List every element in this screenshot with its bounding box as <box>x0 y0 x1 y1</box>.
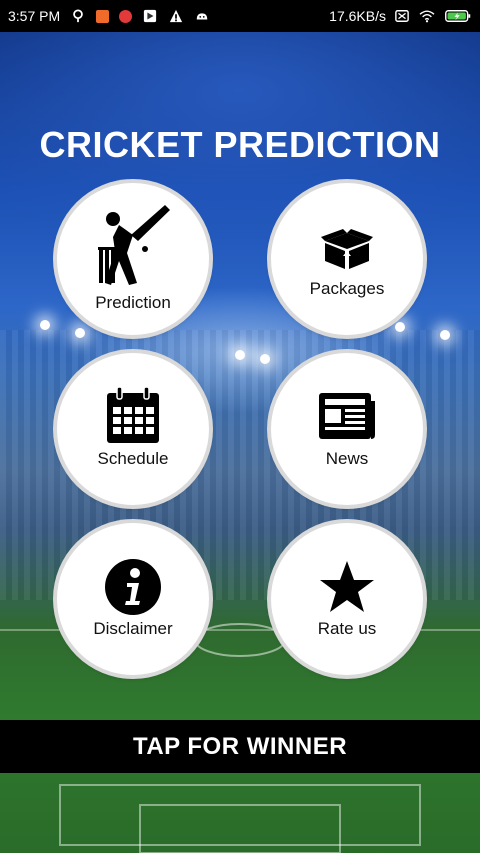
schedule-button[interactable]: Schedule <box>57 353 209 505</box>
stadium-lights <box>0 310 480 364</box>
tap-for-winner-button[interactable]: TAP FOR WINNER <box>0 720 480 773</box>
newspaper-icon <box>271 391 423 441</box>
info-icon <box>57 559 209 615</box>
location-pin-icon <box>73 9 83 23</box>
calendar-icon <box>57 387 209 445</box>
rate-us-label: Rate us <box>317 619 377 638</box>
star-icon <box>271 559 423 615</box>
prediction-label: Prediction <box>95 293 171 312</box>
status-bar: 3:57 PM 17.6KB/s <box>0 0 480 32</box>
warning-icon <box>170 9 183 23</box>
packages-label: Packages <box>309 279 385 298</box>
rate-us-button[interactable]: Rate us <box>271 523 423 675</box>
app-title: CRICKET PREDICTION <box>39 124 441 165</box>
red-circle-app-icon <box>119 9 133 23</box>
disclaimer-label: Disclaimer <box>93 619 173 638</box>
package-box-icon <box>271 227 423 269</box>
news-label: News <box>325 449 369 468</box>
wifi-icon <box>419 10 435 23</box>
no-sim-icon <box>395 10 409 22</box>
schedule-label: Schedule <box>97 449 169 468</box>
time-text: 3:57 PM <box>8 8 61 24</box>
play-store-icon <box>144 9 157 23</box>
prediction-button[interactable]: Prediction <box>57 183 209 335</box>
mi-app-icon <box>96 9 110 23</box>
network-speed-text: 17.6KB/s <box>329 8 386 24</box>
disclaimer-button[interactable]: Disclaimer <box>57 523 209 675</box>
news-button[interactable]: News <box>271 353 423 505</box>
cricket-batsman-icon <box>57 201 209 289</box>
battery-charging-icon <box>445 10 471 22</box>
packages-button[interactable]: Packages <box>271 183 423 335</box>
android-icon <box>196 13 208 20</box>
